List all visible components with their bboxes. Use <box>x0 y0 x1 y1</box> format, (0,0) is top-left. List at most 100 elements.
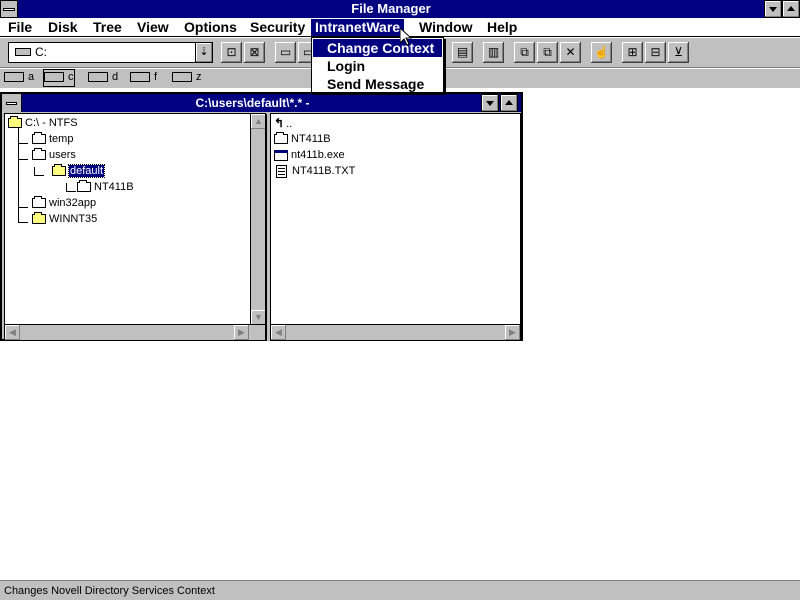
copy-icon: ⧉ <box>520 45 529 59</box>
network-drive-icon <box>172 72 192 83</box>
title-bar[interactable]: File Manager <box>0 0 800 18</box>
maximize-arrow-icon <box>787 6 795 11</box>
share-icon: ▭ <box>279 45 292 59</box>
status-bar: Changes Novell Directory Services Contex… <box>0 580 800 600</box>
tree-and-dir-icon: ▥ <box>487 45 500 59</box>
folder-icon <box>32 196 46 209</box>
tree-item-nt411b[interactable]: NT411B <box>77 180 134 194</box>
sort-by-type-button[interactable]: ⊟ <box>645 42 666 63</box>
drive-d-label: d <box>112 71 119 83</box>
drive-z[interactable]: z <box>172 70 202 86</box>
drive-c[interactable]: c <box>43 69 75 87</box>
menu-item-change-context[interactable]: Change Context <box>313 39 442 57</box>
tree-item-win32app-label: win32app <box>49 197 97 209</box>
drive-a-label: a <box>28 71 35 83</box>
tree-item-root[interactable]: C:\ - NTFS <box>8 116 78 130</box>
connect-net-drive-button[interactable]: ⊡ <box>221 42 242 63</box>
hard-drive-icon <box>15 48 31 56</box>
menu-window[interactable]: Window <box>415 19 477 36</box>
menu-tree[interactable]: Tree <box>89 19 126 36</box>
tree-connector <box>66 183 67 191</box>
child-minimize-button[interactable] <box>481 94 499 112</box>
dir-only-button[interactable]: ▤ <box>452 42 473 63</box>
scroll-right-icon[interactable]: ▶ <box>505 325 520 340</box>
tree-pane[interactable]: C:\ - NTFS temp users default NT411B win… <box>4 113 266 341</box>
sort-by-type-icon: ⊟ <box>650 45 661 59</box>
tree-item-default-label: default <box>67 164 106 178</box>
child-minimize-arrow-icon <box>486 101 494 106</box>
child-system-menu-button[interactable] <box>2 94 22 112</box>
folder-icon <box>274 132 288 145</box>
menu-help[interactable]: Help <box>483 19 521 36</box>
file-item-parent-label: .. <box>286 118 293 130</box>
menu-item-login[interactable]: Login <box>313 57 442 75</box>
file-item-nt411b-folder[interactable]: NT411B <box>274 132 331 146</box>
directory-window: C:\users\default\*.* - C:\ - NTFS temp u… <box>0 92 523 341</box>
menu-options[interactable]: Options <box>180 19 241 36</box>
file-item-nt411b-exe[interactable]: nt411b.exe <box>274 148 345 162</box>
scroll-left-icon[interactable]: ◀ <box>271 325 286 340</box>
system-menu-icon <box>3 8 15 11</box>
drive-d[interactable]: d <box>88 70 118 86</box>
child-maximize-arrow-icon <box>505 100 513 105</box>
share-button[interactable]: ▭ <box>275 42 296 63</box>
sort-by-name-button[interactable]: ⊞ <box>622 42 643 63</box>
tree-item-users-label: users <box>49 149 76 161</box>
child-system-menu-icon <box>6 102 17 105</box>
tree-connector <box>34 167 35 175</box>
maximize-button[interactable] <box>782 0 800 18</box>
permissions-button[interactable]: ⊻ <box>668 42 689 63</box>
system-menu-button[interactable] <box>0 0 18 18</box>
tree-item-winnt35[interactable]: WINNT35 <box>32 212 97 226</box>
directory-window-title: C:\users\default\*.* - <box>195 96 310 110</box>
scroll-up-icon[interactable]: ▲ <box>251 114 265 129</box>
copy-button[interactable]: ⧉ <box>514 42 535 63</box>
files-horizontal-scrollbar[interactable]: ◀ ▶ <box>271 324 520 340</box>
tree-item-root-label: C:\ - NTFS <box>25 117 78 129</box>
folder-icon <box>32 148 46 161</box>
drive-f-label: f <box>154 71 158 83</box>
network-drive-icon <box>130 72 150 83</box>
tree-item-default[interactable]: default <box>52 164 106 178</box>
menu-file[interactable]: File <box>4 19 36 36</box>
file-list-pane[interactable]: ↰.. NT411B nt411b.exe NT411B.TXT ◀ ▶ <box>270 113 521 341</box>
dir-only-icon: ▤ <box>456 45 469 59</box>
tree-item-temp[interactable]: temp <box>32 132 73 146</box>
scroll-right-icon[interactable]: ▶ <box>234 325 249 340</box>
menu-item-send-message[interactable]: Send Message <box>313 75 442 93</box>
disconnect-net-drive-button[interactable]: ⊠ <box>244 42 265 63</box>
tree-item-users[interactable]: users <box>32 148 76 162</box>
properties-icon: ☝ <box>594 45 609 59</box>
menu-intranetware[interactable]: IntranetWare <box>311 19 405 36</box>
menu-disk[interactable]: Disk <box>44 19 82 36</box>
folder-icon <box>32 212 46 225</box>
tree-horizontal-scrollbar[interactable]: ◀ ▶ <box>5 324 265 340</box>
delete-icon: ✕ <box>565 45 576 59</box>
drive-dropdown-button[interactable]: ⇣ <box>195 43 212 62</box>
directory-window-title-bar[interactable]: C:\users\default\*.* - <box>2 94 521 112</box>
file-item-parent[interactable]: ↰.. <box>274 116 292 131</box>
tree-item-win32app[interactable]: win32app <box>32 196 96 210</box>
window-title: File Manager <box>351 1 431 16</box>
file-item-nt411b-txt[interactable]: NT411B.TXT <box>274 164 355 178</box>
drive-c-label: c <box>68 71 74 83</box>
scroll-down-icon[interactable]: ▼ <box>251 310 265 325</box>
menu-security[interactable]: Security <box>246 19 309 36</box>
scroll-left-icon[interactable]: ◀ <box>5 325 20 340</box>
delete-button[interactable]: ✕ <box>560 42 581 63</box>
move-button[interactable]: ⧉ <box>537 42 558 63</box>
connect-net-drive-icon: ⊡ <box>226 45 237 59</box>
child-maximize-button[interactable] <box>500 94 518 112</box>
drive-a[interactable]: a <box>4 70 34 86</box>
move-icon: ⧉ <box>543 45 552 59</box>
tree-item-nt411b-label: NT411B <box>94 181 134 193</box>
minimize-button[interactable] <box>764 0 782 18</box>
menu-view[interactable]: View <box>133 19 173 36</box>
properties-button[interactable]: ☝ <box>591 42 612 63</box>
tree-connector <box>18 143 28 144</box>
tree-vertical-scrollbar[interactable]: ▲ ▼ <box>250 114 265 325</box>
tree-and-dir-button[interactable]: ▥ <box>483 42 504 63</box>
drive-select[interactable]: C: ⇣ <box>8 42 213 63</box>
minimize-arrow-icon <box>769 7 777 12</box>
drive-f[interactable]: f <box>130 70 157 86</box>
